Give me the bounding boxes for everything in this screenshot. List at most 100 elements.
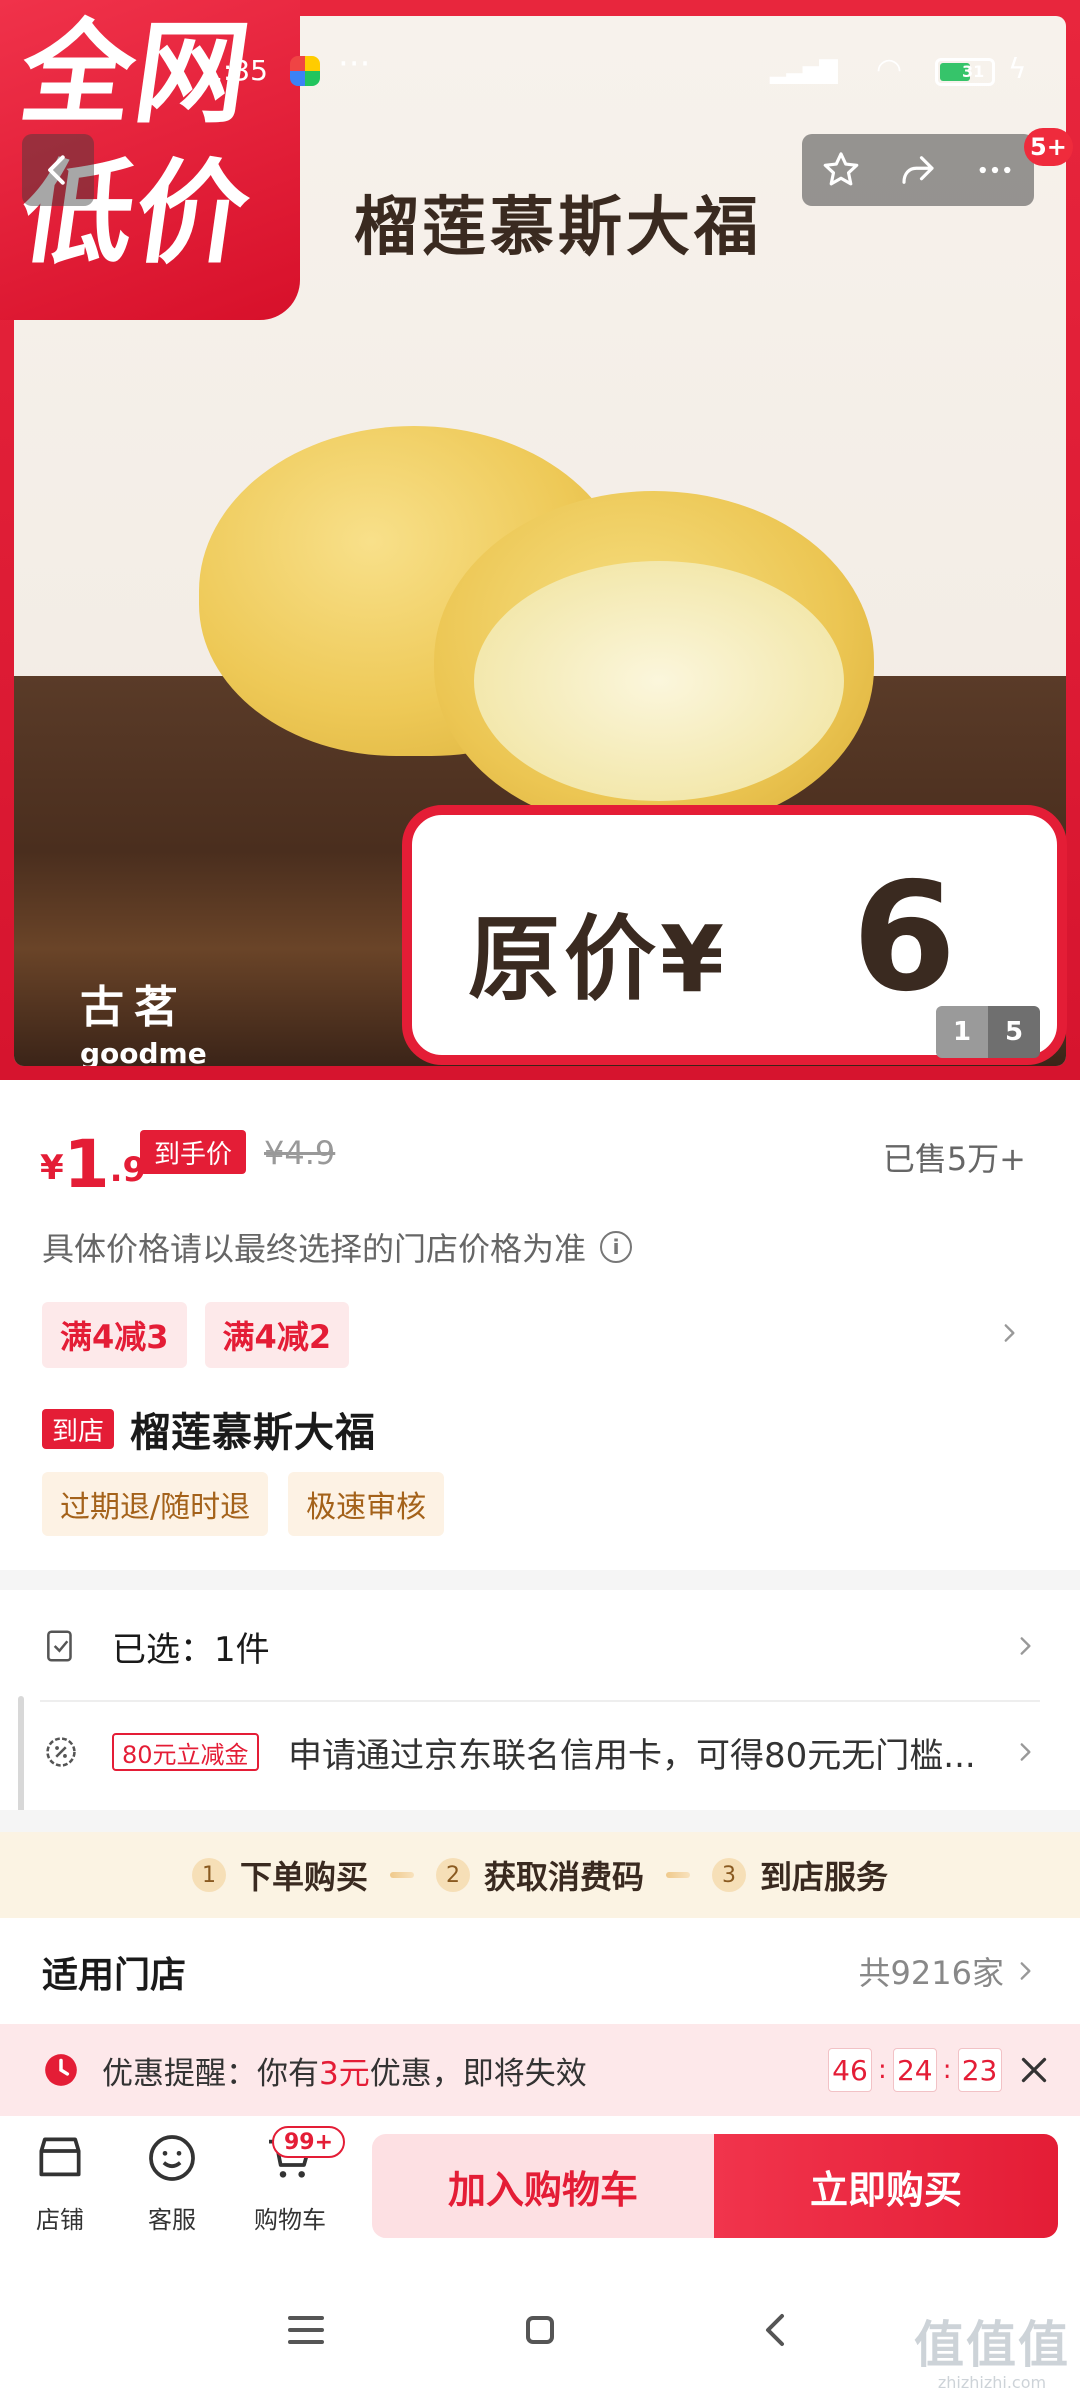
bottom-action-bar: 店铺 客服 购物车 99+ 加入购物车 立即购买 bbox=[0, 2116, 1080, 2260]
chevron-right-icon[interactable] bbox=[996, 1320, 1022, 1350]
add-to-cart-button[interactable]: 加入购物车 bbox=[372, 2134, 714, 2238]
step-number: 2 bbox=[435, 1858, 470, 1892]
back-nav-icon[interactable] bbox=[752, 2306, 800, 2354]
battery-level: 31 bbox=[962, 62, 985, 81]
coupon-list[interactable]: 满4减3 满4减2 bbox=[42, 1302, 350, 1368]
service-tag: 过期退/随时退 bbox=[42, 1472, 269, 1536]
price-integer: 1 bbox=[63, 1126, 110, 1203]
product-image-carousel[interactable]: 榴莲慕斯大福 古茗 goodme 全网 低价 原价¥ 6 1 5 1:35 ··… bbox=[0, 0, 1080, 1080]
spec-list-icon bbox=[47, 1630, 72, 1662]
brand-name-en: goodme bbox=[80, 1037, 207, 1066]
service-tags: 过期退/随时退 极速审核 bbox=[42, 1472, 445, 1536]
product-name: 榴莲慕斯大福 bbox=[130, 1410, 377, 1456]
watermark-logo: 值值值 zhizhizhi.com bbox=[914, 2305, 1070, 2392]
applicable-stores-row[interactable]: 适用门店 共9216家 bbox=[0, 1920, 1080, 2024]
selected-spec-row[interactable]: 已选：1件 bbox=[0, 1596, 1080, 1696]
app-notification-icon bbox=[290, 56, 320, 86]
customer-service-button[interactable]: 客服 bbox=[122, 2130, 222, 2235]
store-icon bbox=[39, 2137, 81, 2177]
pager-current: 1 bbox=[936, 1006, 988, 1058]
stores-count: 共9216家 bbox=[858, 1954, 1004, 1992]
home-icon[interactable] bbox=[516, 2306, 564, 2354]
bank-offer-row[interactable]: 80元立减金 申请通过京东联名信用卡，可得80元无门槛... bbox=[0, 1702, 1080, 1802]
watermark-mark: 值值值 bbox=[914, 2316, 1070, 2374]
buy-now-button[interactable]: 立即购买 bbox=[714, 2134, 1058, 2238]
close-icon[interactable] bbox=[1016, 2052, 1052, 2088]
price-note: 具体价格请以最终选择的门店价格为准 i bbox=[42, 1224, 633, 1270]
menu-icon[interactable] bbox=[282, 2306, 330, 2354]
battery-icon: 31 bbox=[935, 58, 995, 86]
timer-separator: : bbox=[878, 2055, 887, 2085]
chevron-right-icon bbox=[1020, 1637, 1031, 1655]
share-button[interactable] bbox=[890, 142, 946, 198]
alarm-clock-icon bbox=[45, 2054, 77, 2086]
selected-spec-text: 已选：1件 bbox=[112, 1629, 270, 1670]
dessert-filling bbox=[474, 561, 844, 801]
image-pager: 1 5 bbox=[936, 1006, 1040, 1058]
step-number: 3 bbox=[712, 1858, 746, 1892]
chevron-left-icon bbox=[48, 155, 65, 185]
timer-hours: 46 bbox=[828, 2048, 872, 2092]
section-divider bbox=[0, 1810, 1080, 1832]
chevron-right-icon bbox=[1020, 1962, 1031, 1980]
favorite-button[interactable] bbox=[813, 142, 869, 198]
coupon-tag[interactable]: 满4减3 bbox=[42, 1302, 187, 1368]
pager-total: 5 bbox=[988, 1006, 1040, 1058]
discount-reminder-bar: 优惠提醒：你有3元优惠，即将失效 46 : 24 : 23 bbox=[0, 2024, 1080, 2116]
original-price-label: 原价¥ bbox=[468, 906, 729, 1013]
back-button[interactable] bbox=[22, 134, 94, 206]
message-badge: 5+ bbox=[1024, 128, 1073, 166]
step-number: 1 bbox=[191, 1858, 226, 1892]
system-nav-bar: 值值值 zhizhizhi.com bbox=[0, 2260, 1080, 2400]
in-store-tag: 到店 bbox=[42, 1409, 115, 1449]
cart-label: 购物车 bbox=[254, 2206, 326, 2234]
bank-offer-text: 申请通过京东联名信用卡，可得80元无门槛... bbox=[288, 1735, 976, 1776]
stores-title: 适用门店 bbox=[42, 1955, 187, 1996]
reminder-prefix: 优惠提醒：你有 bbox=[102, 2055, 319, 2092]
wifi-icon: ◠ bbox=[876, 52, 903, 87]
timer-separator: : bbox=[942, 2055, 952, 2085]
share-icon bbox=[902, 156, 934, 184]
shop-button[interactable]: 店铺 bbox=[10, 2130, 110, 2235]
reminder-suffix: 优惠，即将失效 bbox=[369, 2055, 587, 2092]
reminder-text: 优惠提醒：你有3元优惠，即将失效 bbox=[102, 2048, 587, 2093]
timer-seconds: 23 bbox=[957, 2048, 1002, 2092]
shop-label: 店铺 bbox=[36, 2206, 84, 2234]
status-bar: 1:35 ··· ▂▃▅▇ ◠ 31 ϟ bbox=[0, 44, 1080, 94]
discount-gear-icon bbox=[46, 1737, 76, 1767]
section-divider bbox=[0, 1570, 1080, 1590]
coupon-tag[interactable]: 满4减2 bbox=[204, 1302, 350, 1368]
service-tag: 极速审核 bbox=[288, 1472, 445, 1536]
more-button[interactable] bbox=[967, 142, 1023, 198]
current-price: ¥ 1 .9 bbox=[40, 1118, 146, 1198]
product-name-row: 到店 榴莲慕斯大福 bbox=[42, 1400, 376, 1458]
top-action-group bbox=[802, 134, 1034, 206]
service-steps: 1 下单购买 2 获取消费码 3 到店服务 bbox=[0, 1832, 1080, 1918]
charging-icon: ϟ bbox=[1008, 52, 1027, 85]
smiley-chat-icon bbox=[149, 2135, 195, 2181]
brand-logo: 古茗 goodme bbox=[80, 971, 207, 1066]
step-label: 下单购买 bbox=[239, 1858, 368, 1896]
step-label: 到店服务 bbox=[760, 1858, 889, 1896]
service-label: 客服 bbox=[148, 2206, 196, 2234]
step-item: 1 下单购买 bbox=[191, 1852, 368, 1898]
star-icon bbox=[823, 152, 858, 186]
reminder-amount: 3元 bbox=[319, 2055, 370, 2092]
cart-count-badge: 99+ bbox=[272, 2126, 346, 2158]
timer-minutes: 24 bbox=[892, 2048, 937, 2092]
info-icon[interactable]: i bbox=[600, 1231, 633, 1263]
brand-name-cn: 古茗 bbox=[80, 982, 188, 1033]
step-label: 获取消费码 bbox=[483, 1858, 644, 1896]
more-notifications-icon: ··· bbox=[338, 44, 371, 84]
cash-voucher-tag: 80元立减金 bbox=[112, 1733, 259, 1771]
step-arrow-icon bbox=[666, 1872, 690, 1878]
more-dots-icon bbox=[979, 166, 1011, 174]
sold-count: 已售5万+ bbox=[882, 1140, 1026, 1178]
step-item: 3 到店服务 bbox=[712, 1852, 888, 1898]
price-note-text: 具体价格请以最终选择的门店价格为准 bbox=[42, 1230, 587, 1268]
original-price-value: 6 bbox=[852, 851, 957, 1025]
strikethrough-price: ¥4.9 bbox=[264, 1134, 336, 1172]
signal-icon: ▂▃▅▇ bbox=[770, 56, 838, 84]
final-price-tag: 到手价 bbox=[140, 1130, 247, 1174]
countdown-timer: 46 : 24 : 23 bbox=[828, 2048, 1002, 2092]
